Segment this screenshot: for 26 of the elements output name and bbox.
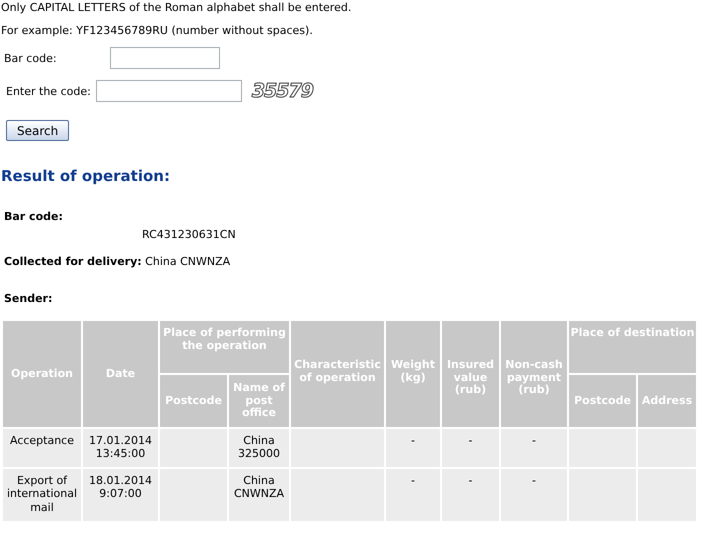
- instruction-text: For example: YF123456789RU (number without spaces).: [1, 24, 314, 38]
- table-cell: -: [442, 469, 499, 522]
- field-label: Collected for delivery:: [4, 254, 142, 268]
- table-cell: China CNWNZA: [229, 469, 289, 522]
- captcha-text: 35579: [252, 80, 313, 103]
- barcode-input[interactable]: [110, 47, 220, 70]
- table-cell: China 325000: [229, 429, 289, 468]
- instruction-text: Only CAPITAL LETTERS of the Roman alphabet shall be entered.: [1, 1, 352, 14]
- code-input[interactable]: [96, 80, 242, 102]
- table-cell: -: [386, 469, 440, 522]
- search-button[interactable]: Search: [6, 120, 70, 142]
- field-label: Sender:: [3, 292, 54, 306]
- field-label: Bar code:: [3, 210, 64, 224]
- result-title: Result of operation:: [1, 167, 171, 186]
- table-cell: 17.01.2014 13:45:00: [83, 429, 158, 468]
- table-cell: -: [386, 429, 440, 468]
- field-label: Enter the code:: [5, 84, 91, 98]
- table-cell: -: [442, 429, 499, 468]
- barcode-value: RC431230631CN: [141, 228, 237, 241]
- field-label: Bar code:: [3, 52, 58, 65]
- table-cell: Export of international mail: [3, 469, 81, 522]
- table-cell: -: [501, 429, 567, 468]
- table-cell: Acceptance: [3, 429, 81, 468]
- table-cell: -: [501, 469, 567, 522]
- table-cell: 18.01.2014 9:07:00: [83, 469, 158, 522]
- collected-value: China CNWNZA: [145, 254, 230, 268]
